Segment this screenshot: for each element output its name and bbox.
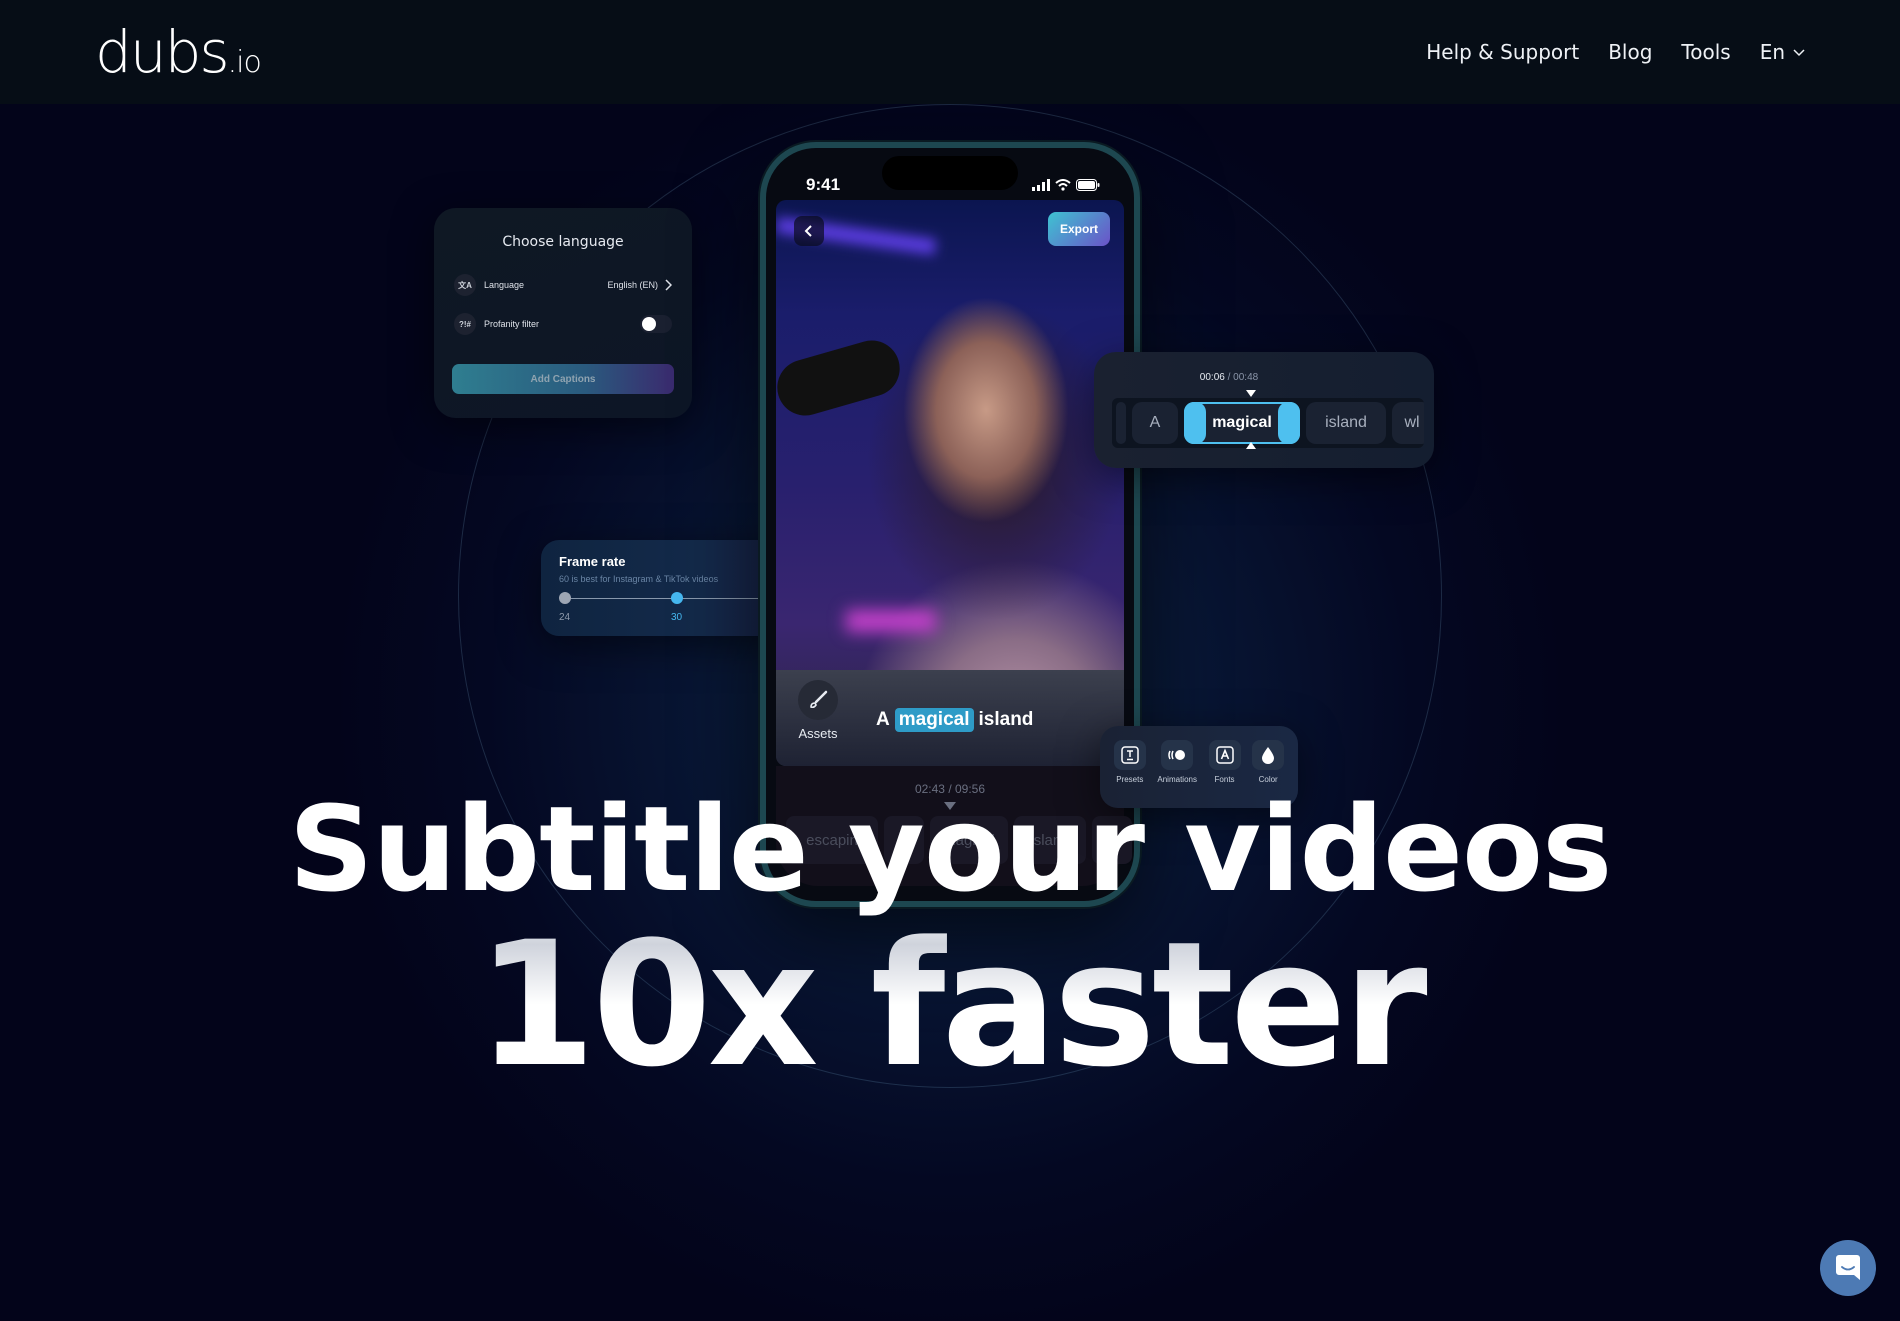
chevron-down-icon [1793, 49, 1805, 57]
language-label: En [1759, 40, 1785, 64]
signal-icon [1032, 179, 1050, 191]
profanity-label: Profanity filter [484, 319, 540, 329]
caption-preview: A magical island [876, 708, 1033, 732]
chevron-right-icon [665, 279, 672, 291]
chevron-left-icon [804, 225, 812, 237]
site-header: dubs .io Help & Support Blog Tools En [0, 0, 1900, 104]
font-icon [1208, 740, 1241, 770]
frame-rate-title: Frame rate [559, 554, 626, 569]
caption-word-highlighted: magical [894, 708, 974, 732]
nav-tools[interactable]: Tools [1681, 40, 1730, 64]
frame-rate-label-24: 24 [559, 612, 571, 623]
caption-word: island [978, 709, 1034, 730]
brush-icon [798, 680, 838, 720]
language-value: English (EN) [607, 279, 672, 291]
back-button[interactable] [794, 216, 824, 246]
word-chip[interactable]: island [1306, 402, 1386, 444]
playhead-bottom-marker [1246, 442, 1256, 449]
microphone-shape [776, 333, 907, 423]
word-strip: A magical island wl [1112, 398, 1424, 448]
frame-rate-option-24[interactable] [559, 592, 571, 604]
choose-language-card: Choose language 文A Language English (EN)… [434, 208, 692, 418]
language-label: Language [484, 280, 525, 290]
word-chip-partial[interactable]: wl [1392, 402, 1424, 444]
logo-tld: .io [227, 45, 262, 80]
symbols-icon: ?!# [454, 313, 476, 335]
profanity-row: ?!# Profanity filter [454, 311, 672, 337]
chat-icon [1836, 1255, 1860, 1280]
hero-section: Choose language 文A Language English (EN)… [0, 104, 1900, 1321]
phone-notch [882, 156, 1018, 190]
playhead-top-marker [1246, 390, 1256, 397]
logo[interactable]: dubs .io [95, 18, 262, 86]
nav-help-support[interactable]: Help & Support [1426, 40, 1579, 64]
word-chip-partial [1116, 402, 1126, 444]
status-time: 9:41 [806, 175, 841, 194]
text-preset-icon [1113, 740, 1146, 770]
profanity-toggle[interactable] [640, 315, 672, 333]
animation-icon [1161, 740, 1194, 770]
language-selector[interactable]: En [1760, 40, 1805, 64]
timeline-card-total: / 00:48 [1227, 372, 1259, 383]
export-button[interactable]: Export [1048, 212, 1110, 246]
nav-blog[interactable]: Blog [1608, 40, 1652, 64]
timeline-card-time: 00:06 / 00:48 [1094, 372, 1434, 383]
battery-icon [1076, 179, 1100, 191]
chat-widget-button[interactable] [1820, 1240, 1876, 1296]
add-captions-button[interactable]: Add Captions [452, 364, 674, 394]
language-row[interactable]: 文A Language English (EN) [454, 272, 672, 298]
video-preview: Export Assets A magical island [776, 200, 1124, 766]
status-icons [1032, 179, 1100, 191]
word-timeline-card: 00:06 / 00:48 A magical island wl [1094, 352, 1434, 468]
hero-headline-line2: 10x faster [0, 904, 1900, 1105]
color-drop-icon [1252, 740, 1285, 770]
logo-main: dubs [95, 18, 230, 86]
assets-button[interactable]: Assets [788, 680, 848, 741]
frame-rate-subtitle: 60 is best for Instagram & TikTok videos [559, 574, 719, 584]
main-nav: Help & Support Blog Tools En [1426, 40, 1805, 64]
word-chip[interactable]: A [1132, 402, 1178, 444]
frame-rate-option-30[interactable] [671, 592, 683, 604]
wifi-icon [1055, 179, 1071, 191]
caption-word: A [876, 709, 890, 730]
timeline-card-current: 00:06 [1199, 372, 1225, 383]
assets-label: Assets [798, 726, 838, 741]
language-value-text: English (EN) [607, 280, 658, 290]
hero-headline-line1: Subtitle your videos [288, 780, 1613, 918]
neon-light [846, 610, 936, 632]
card-title: Choose language [502, 234, 624, 250]
word-chip-selected[interactable]: magical [1184, 402, 1300, 444]
translate-icon: 文A [454, 274, 476, 296]
frame-rate-label-30: 30 [671, 612, 683, 623]
